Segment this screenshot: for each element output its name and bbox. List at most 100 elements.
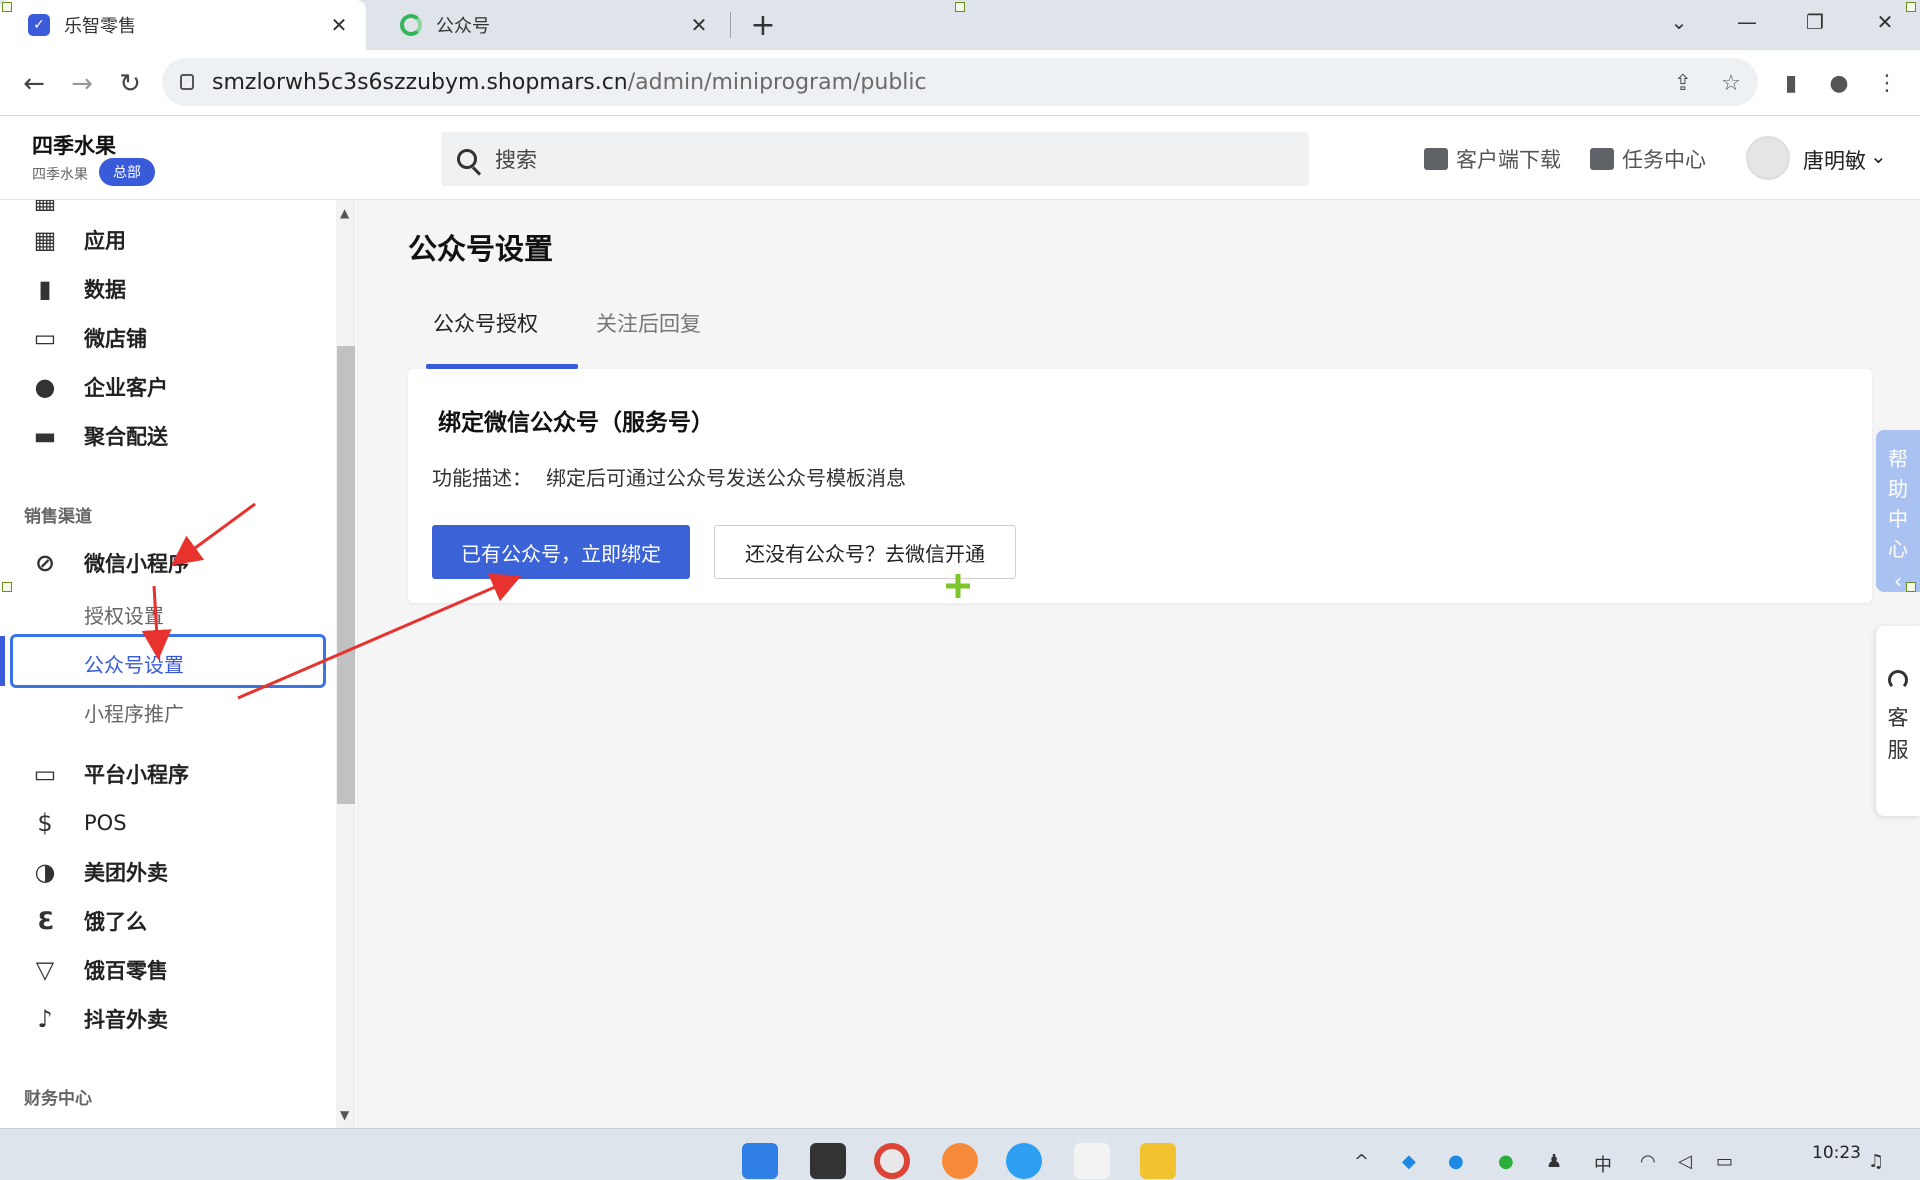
sidebar-item-store[interactable]: ▭ 微店铺 [0, 316, 340, 360]
sidebar-item-ebai[interactable]: ▽ 饿百零售 [0, 948, 340, 992]
windows-start-icon[interactable] [742, 1143, 778, 1179]
help-center-tab[interactable]: 帮 助 中 心 ‹ [1876, 430, 1920, 593]
scroll-up-arrow-icon[interactable]: ▲ [340, 206, 349, 220]
profile-icon[interactable]: ● [1824, 68, 1854, 98]
cs-char: 客 [1887, 706, 1909, 730]
tab-follow-reply[interactable]: 关注后回复 [596, 308, 701, 338]
platform-icon: ▭ [33, 760, 57, 788]
tray-expand-icon[interactable]: ^ [1354, 1151, 1369, 1172]
sidebar-item-platform-mini[interactable]: ▭ 平台小程序 [0, 752, 340, 796]
slides-app-icon[interactable] [1074, 1143, 1110, 1179]
address-bar[interactable]: smzlorwh5c3s6szzubym.shopmars.cn/admin/m… [162, 58, 1758, 106]
sidebar-item-wechat-mini[interactable]: ⊘ 微信小程序 [0, 541, 340, 585]
sidebar-scroll-thumb[interactable] [337, 346, 355, 804]
tray-qq-icon[interactable]: ♟ [1546, 1151, 1562, 1172]
terminal-app-icon[interactable] [810, 1143, 846, 1179]
sidebar-item-eleme[interactable]: ℇ 饿了么 [0, 899, 340, 943]
notification-bell-icon[interactable]: ♫ [1868, 1151, 1884, 1172]
brand-name: 四季水果 [32, 134, 116, 158]
sidebar-item-label: 抖音外卖 [84, 1008, 168, 1032]
sidebar-subitem-mp-settings[interactable]: 公众号设置 [84, 649, 184, 678]
user-icon: ● [34, 373, 56, 401]
search-icon [457, 149, 477, 169]
sidebar-item-customers[interactable]: ● 企业客户 [0, 365, 340, 409]
os-taskbar: ^ ◆ ● ● ♟ 中 ◠ ◁ ▭ 10:23 ♫ [0, 1128, 1920, 1180]
customer-service-tab[interactable]: 客 服 [1876, 626, 1920, 816]
chevron-down-icon[interactable]: ⌄ [1870, 144, 1887, 168]
chat-app-icon[interactable] [1006, 1143, 1042, 1179]
client-download-label: 客户端下载 [1456, 148, 1561, 172]
scroll-down-arrow-icon[interactable]: ▼ [340, 1108, 349, 1122]
apps-icon: ▦ [33, 226, 57, 254]
bookmark-star-icon[interactable]: ☆ [1716, 68, 1746, 98]
section-label-finance: 财务中心 [24, 1089, 92, 1109]
tab-search-chevron-icon[interactable]: ⌄ [1650, 0, 1708, 44]
sidebar: ▦ ▦ 应用 ▮ 数据 ▭ 微店铺 ● 企业客户 ▬ 聚合配送 销售渠道 ⊘ 微… [0, 200, 358, 1128]
brand-subtitle: 四季水果 [32, 167, 88, 183]
chrome-app-icon[interactable] [874, 1143, 910, 1179]
sidebar-item-apps[interactable]: ▦ 应用 [0, 218, 340, 262]
battery-icon[interactable]: ▭ [1716, 1151, 1733, 1172]
clock-time[interactable]: 10:23 [1812, 1143, 1861, 1163]
file-explorer-icon[interactable] [1140, 1143, 1176, 1179]
task-center-label: 任务中心 [1622, 148, 1706, 172]
tray-app-icon[interactable]: ◆ [1402, 1151, 1416, 1172]
card-title: 绑定微信公众号（服务号） [438, 410, 714, 436]
description-text: 绑定后可通过公众号发送公众号模板消息 [546, 466, 906, 490]
close-tab-icon[interactable]: ✕ [326, 12, 352, 38]
sidebar-item-douyin[interactable]: ♪ 抖音外卖 [0, 997, 340, 1041]
capture-handle [1906, 582, 1916, 592]
global-search-input[interactable]: 搜索 [441, 132, 1309, 186]
back-arrow-icon[interactable]: ← [14, 64, 54, 104]
volume-icon[interactable]: ◁ [1678, 1151, 1692, 1172]
client-download-link[interactable]: 客户端下载 [1424, 144, 1561, 174]
section-label-sales: 销售渠道 [24, 507, 92, 527]
tab-mp-authorization[interactable]: 公众号授权 [433, 308, 538, 338]
help-char: 中 [1888, 507, 1908, 531]
meituan-icon: ◑ [34, 858, 56, 886]
sidebar-item-label: POS [84, 811, 127, 835]
monitor-icon: ▬ [33, 422, 57, 450]
bind-now-button[interactable]: 已有公众号，立即绑定 [432, 525, 690, 579]
browser-tab-gongzhonghao[interactable]: 公众号 ✕ [372, 0, 726, 50]
headquarters-badge[interactable]: 总部 [99, 158, 155, 186]
pos-bag-icon: $ [37, 809, 53, 837]
task-center-link[interactable]: 任务中心 [1590, 144, 1706, 174]
ime-indicator[interactable]: 中 [1594, 1151, 1612, 1177]
eleme-icon: ℇ [37, 907, 53, 935]
firefox-app-icon[interactable] [942, 1143, 978, 1179]
sidebar-item-delivery[interactable]: ▬ 聚合配送 [0, 414, 340, 458]
user-avatar[interactable] [1746, 136, 1790, 180]
open-wechat-button[interactable]: 还没有公众号？去微信开通 [714, 525, 1016, 579]
sidebar-item-label: 美团外卖 [84, 861, 168, 885]
close-tab-icon[interactable]: ✕ [686, 12, 712, 38]
sidebar-item-data[interactable]: ▮ 数据 [0, 267, 340, 311]
wifi-icon[interactable]: ◠ [1640, 1151, 1656, 1172]
new-tab-button[interactable]: + [744, 8, 782, 43]
browser-toolbar: ← → ↻ smzlorwh5c3s6szzubym.shopmars.cn/a… [0, 50, 1920, 116]
sidebar-subitem-promotion[interactable]: 小程序推广 [84, 698, 184, 727]
bind-wechat-card: 绑定微信公众号（服务号） 功能描述： 绑定后可通过公众号发送公众号模板消息 已有… [408, 369, 1872, 603]
tray-wechat-icon[interactable]: ● [1498, 1151, 1514, 1172]
sidebar-item-label: 企业客户 [84, 376, 168, 400]
sidebar-item-meituan[interactable]: ◑ 美团外卖 [0, 850, 340, 894]
sidebar-item-pos[interactable]: $ POS [0, 801, 340, 845]
side-panel-icon[interactable]: ▮ [1776, 68, 1806, 98]
search-placeholder: 搜索 [495, 148, 537, 172]
tab-separator [730, 12, 731, 38]
share-icon[interactable]: ⇪ [1668, 68, 1698, 98]
forward-arrow-icon[interactable]: → [62, 64, 102, 104]
partial-icon: ▦ [33, 200, 57, 214]
store-icon: ▭ [33, 324, 57, 352]
browser-menu-icon[interactable]: ⋮ [1872, 68, 1902, 98]
minimize-window-button[interactable]: — [1718, 0, 1776, 44]
reload-icon[interactable]: ↻ [110, 64, 150, 104]
restore-window-button[interactable]: ❐ [1786, 0, 1844, 44]
help-char: 帮 [1888, 447, 1908, 471]
help-char: 心 [1888, 537, 1908, 561]
tray-chat-icon[interactable]: ● [1448, 1151, 1464, 1172]
browser-tab-lezhi[interactable]: ✓ 乐智零售 ✕ [0, 0, 366, 50]
sidebar-subitem-auth[interactable]: 授权设置 [84, 600, 164, 629]
tiktok-icon: ♪ [37, 1005, 53, 1033]
username[interactable]: 唐明敏 [1803, 145, 1866, 175]
